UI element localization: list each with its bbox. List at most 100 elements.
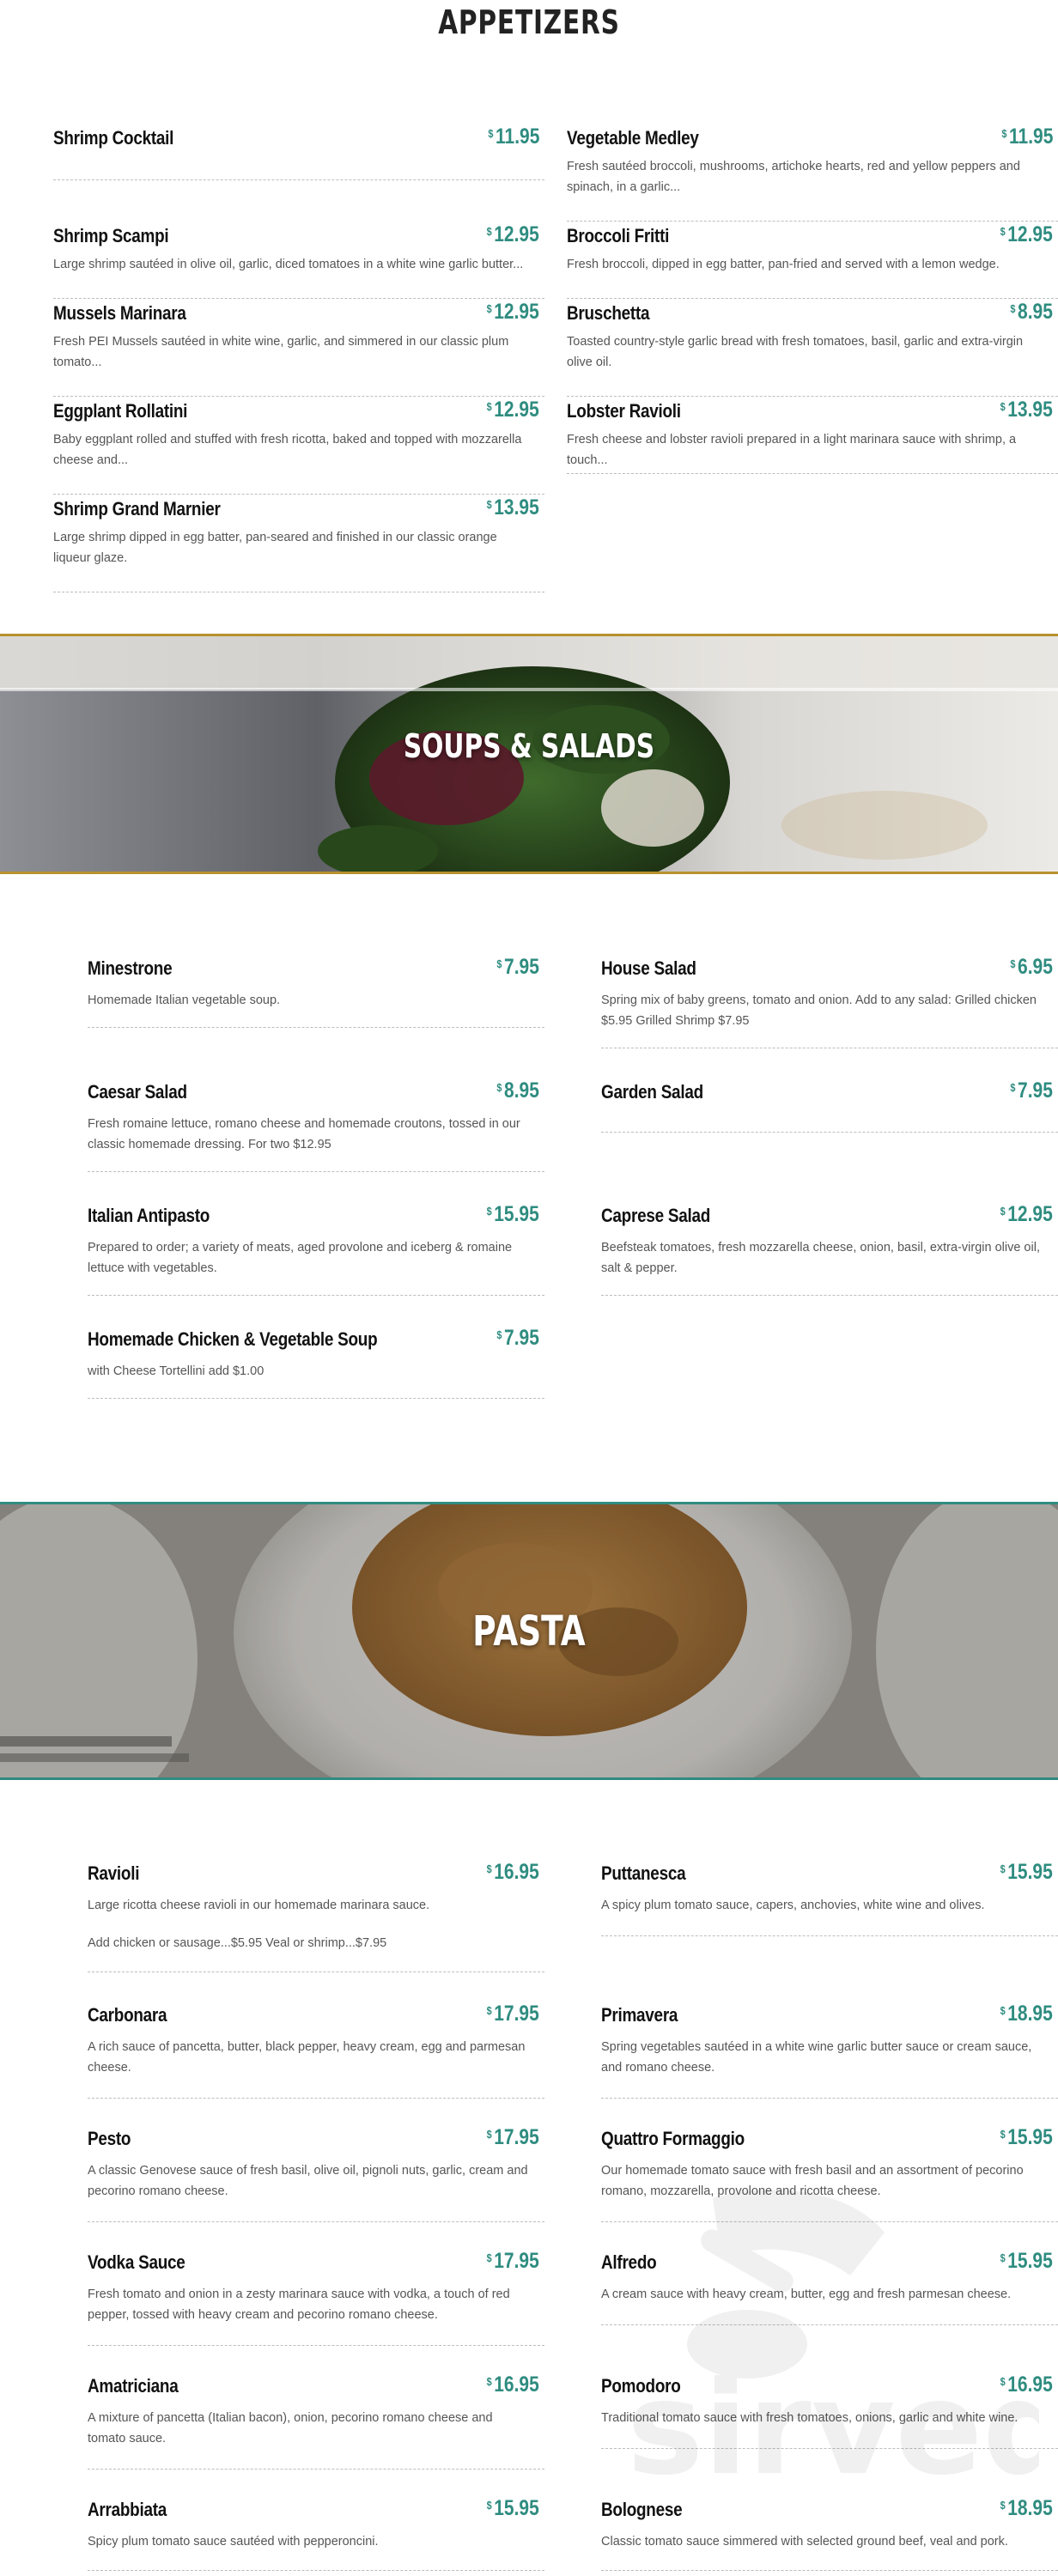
item-name: Mussels Marinara	[53, 302, 186, 324]
item-description: A rich sauce of pancetta, butter, black …	[88, 2040, 526, 2075]
item-name: House Salad	[601, 957, 696, 979]
item-description: A classic Genovese sauce of fresh basil,…	[88, 2164, 528, 2198]
menu-item-shrimp-grand-marnier: Shrimp Grand Marnier $13.95 Large shrimp…	[53, 495, 544, 592]
menu-item-ravioli: Ravioli $16.95 Large ricotta cheese ravi…	[88, 1860, 544, 1972]
item-name: Caprese Salad	[601, 1205, 711, 1226]
menu-item-alfredo: Alfredo $15.95 A cream sauce with heavy …	[601, 2249, 1058, 2325]
item-description: Fresh cheese and lobster ravioli prepare…	[567, 433, 1017, 467]
item-description: Our homemade tomato sauce with fresh bas…	[601, 2164, 1024, 2198]
menu-item-house-salad: House Salad $6.95 Spring mix of baby gre…	[601, 955, 1058, 1048]
item-description: A spicy plum tomato sauce, capers, ancho…	[601, 1899, 985, 1912]
item-description: with Cheese Tortellini add $1.00	[88, 1364, 264, 1378]
item-name: Bruschetta	[567, 302, 650, 324]
item-name: Broccoli Fritti	[567, 225, 670, 246]
item-name: Eggplant Rollatini	[53, 400, 188, 422]
item-name: Vodka Sauce	[88, 2251, 185, 2273]
item-price: $16.95	[486, 1860, 539, 1884]
item-price: $13.95	[486, 495, 539, 519]
item-description: Fresh broccoli, dipped in egg batter, pa…	[567, 258, 1000, 271]
item-price: $15.95	[1000, 2125, 1053, 2149]
menu-item-mussels-marinara: Mussels Marinara $12.95 Fresh PEI Mussel…	[53, 300, 544, 397]
menu-item-vodka-sauce: Vodka Sauce $17.95 Fresh tomato and onio…	[88, 2249, 544, 2346]
menu-item-bolognese: Bolognese $18.95 Classic tomato sauce si…	[601, 2496, 1058, 2571]
item-price: $15.95	[486, 2496, 539, 2520]
item-name: Bolognese	[601, 2499, 683, 2520]
menu-item-pesto: Pesto $17.95 A classic Genovese sauce of…	[88, 2125, 544, 2222]
item-name: Alfredo	[601, 2251, 657, 2273]
item-name: Vegetable Medley	[567, 127, 699, 149]
item-name: Arrabbiata	[88, 2499, 167, 2520]
menu-item-shrimp-scampi: Shrimp Scampi $12.95 Large shrimp sautée…	[53, 222, 544, 299]
soups-salads-banner: SOUPS & SALADS	[0, 634, 1058, 874]
item-name: Homemade Chicken & Vegetable Soup	[88, 1328, 378, 1350]
item-price: $7.95	[1010, 1078, 1053, 1103]
menu-item-lobster-ravioli: Lobster Ravioli $13.95 Fresh cheese and …	[567, 398, 1058, 474]
item-price: $15.95	[1000, 1860, 1053, 1884]
menu-item-pomodoro: Pomodoro $16.95 Traditional tomato sauce…	[601, 2372, 1058, 2449]
item-price: $12.95	[1000, 1202, 1053, 1226]
item-description: Large shrimp sautéed in olive oil, garli…	[53, 258, 524, 271]
item-name: Amatriciana	[88, 2375, 179, 2397]
pasta-banner: PASTA	[0, 1502, 1058, 1780]
item-price: $7.95	[496, 1326, 539, 1350]
item-description: Large shrimp dipped in egg batter, pan-s…	[53, 531, 497, 565]
item-price: $17.95	[486, 2125, 539, 2149]
menu-item-broccoli-fritti: Broccoli Fritti $12.95 Fresh broccoli, d…	[567, 222, 1058, 299]
pasta-title: PASTA	[472, 1607, 586, 1656]
menu-item-arrabbiata: Arrabbiata $15.95 Spicy plum tomato sauc…	[88, 2496, 544, 2571]
item-name: Shrimp Scampi	[53, 225, 169, 246]
item-description: Prepared to order; a variety of meats, a…	[88, 1241, 513, 1275]
soups-salads-title: SOUPS & SALADS	[403, 727, 655, 765]
item-description: Fresh PEI Mussels sautéed in white wine,…	[53, 335, 509, 369]
item-price: $8.95	[496, 1078, 539, 1103]
item-price: $17.95	[486, 2249, 539, 2273]
item-price: $6.95	[1010, 955, 1053, 979]
item-description: Traditional tomato sauce with fresh toma…	[601, 2411, 1018, 2425]
item-price: $12.95	[486, 300, 539, 324]
menu-item-quattro-formaggio: Quattro Formaggio $15.95 Our homemade to…	[601, 2125, 1058, 2222]
menu-item-garden-salad: Garden Salad $7.95	[601, 1078, 1058, 1133]
item-description: A mixture of pancetta (Italian bacon), o…	[88, 2411, 493, 2445]
item-name: Carbonara	[88, 2004, 167, 2026]
item-name: Caesar Salad	[88, 1081, 187, 1103]
item-description: Toasted country-style garlic bread with …	[567, 335, 1024, 369]
item-price: $15.95	[486, 1202, 539, 1226]
item-description: Baby eggplant rolled and stuffed with fr…	[53, 433, 522, 467]
item-description: Spicy plum tomato sauce sautéed with pep…	[88, 2535, 379, 2549]
item-price: $12.95	[486, 222, 539, 246]
menu-item-minestrone: Minestrone $7.95 Homemade Italian vegeta…	[88, 955, 544, 1028]
item-price: $18.95	[1000, 2496, 1053, 2520]
item-addons: Add chicken or sausage...$5.95 Veal or s…	[88, 1936, 387, 1950]
item-description: Beefsteak tomatoes, fresh mozzarella che…	[601, 1241, 1040, 1275]
item-name: Shrimp Cocktail	[53, 127, 174, 149]
item-name: Italian Antipasto	[88, 1205, 210, 1226]
menu-item-chicken-vegetable-soup: Homemade Chicken & Vegetable Soup $7.95 …	[88, 1326, 544, 1399]
item-name: Minestrone	[88, 957, 173, 979]
item-name: Shrimp Grand Marnier	[53, 498, 221, 519]
item-description: Fresh romaine lettuce, romano cheese and…	[88, 1117, 520, 1151]
item-price: $11.95	[1001, 125, 1053, 149]
item-name: Primavera	[601, 2004, 678, 2026]
menu-item-bruschetta: Bruschetta $8.95 Toasted country-style g…	[567, 300, 1058, 397]
item-price: $16.95	[486, 2372, 539, 2397]
item-description: Fresh sautéed broccoli, mushrooms, artic…	[567, 160, 1020, 194]
menu-item-puttanesca: Puttanesca $15.95 A spicy plum tomato sa…	[601, 1860, 1058, 1936]
item-name: Ravioli	[88, 1862, 140, 1884]
item-price: $12.95	[486, 398, 539, 422]
item-price: $18.95	[1000, 2002, 1053, 2026]
item-price: $7.95	[496, 955, 539, 979]
menu-item-carbonara: Carbonara $17.95 A rich sauce of pancett…	[88, 2002, 544, 2099]
item-name: Garden Salad	[601, 1081, 703, 1103]
menu-item-shrimp-cocktail: Shrimp Cocktail $11.95	[53, 125, 544, 180]
menu-item-vegetable-medley: Vegetable Medley $11.95 Fresh sautéed br…	[567, 125, 1058, 222]
item-price: $16.95	[1000, 2372, 1053, 2397]
menu-item-italian-antipasto: Italian Antipasto $15.95 Prepared to ord…	[88, 1202, 544, 1296]
item-name: Pesto	[88, 2128, 131, 2149]
item-name: Pomodoro	[601, 2375, 681, 2397]
menu-item-eggplant-rollatini: Eggplant Rollatini $12.95 Baby eggplant …	[53, 398, 544, 495]
item-price: $12.95	[1000, 222, 1053, 246]
item-description: A cream sauce with heavy cream, butter, …	[601, 2287, 1012, 2301]
item-name: Quattro Formaggio	[601, 2128, 745, 2149]
item-description: Large ricotta cheese ravioli in our home…	[88, 1899, 430, 1912]
item-name: Lobster Ravioli	[567, 400, 681, 422]
